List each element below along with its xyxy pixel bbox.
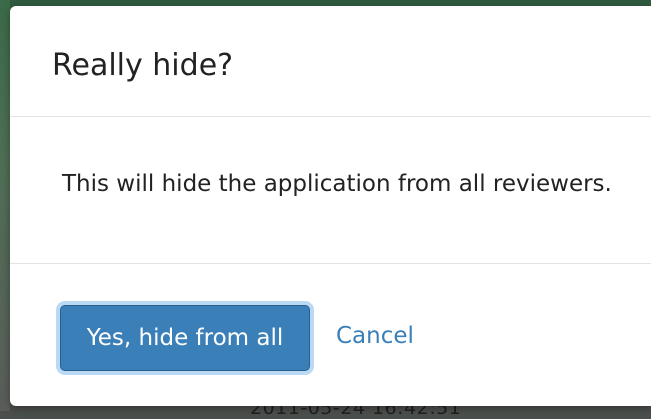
confirm-hide-button[interactable]: Yes, hide from all bbox=[60, 305, 310, 371]
dialog-title: Really hide? bbox=[52, 48, 234, 83]
dialog-message: This will hide the application from all … bbox=[62, 171, 612, 197]
dialog-footer: Yes, hide from all Cancel bbox=[10, 264, 651, 406]
cancel-button[interactable]: Cancel bbox=[336, 321, 414, 351]
dialog-body: This will hide the application from all … bbox=[10, 117, 651, 264]
dialog-header: Really hide? bbox=[10, 6, 651, 117]
confirm-hide-dialog: Really hide? This will hide the applicat… bbox=[10, 6, 651, 406]
backdrop-edge bbox=[0, 0, 10, 411]
